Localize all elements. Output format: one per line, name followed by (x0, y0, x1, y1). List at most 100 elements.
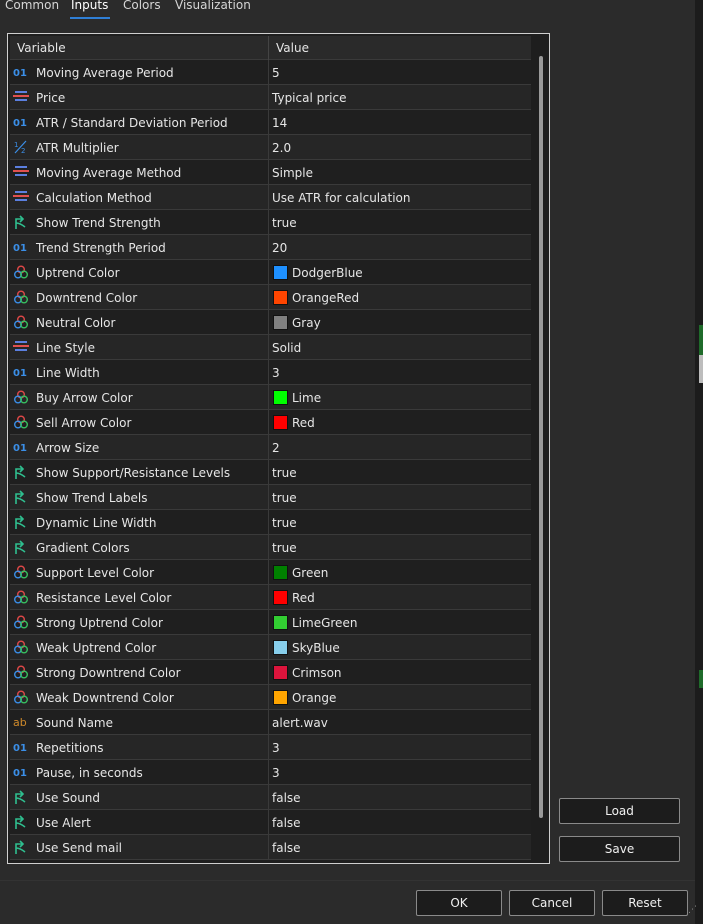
variable-value[interactable]: false (272, 791, 301, 805)
variable-value[interactable]: Typical price (272, 91, 346, 105)
scrollbar-thumb[interactable] (539, 56, 543, 818)
table-row[interactable]: Strong Uptrend Color LimeGreen (10, 610, 531, 635)
variable-value[interactable]: true (272, 216, 297, 230)
variable-value[interactable]: 3 (272, 766, 280, 780)
cancel-button[interactable]: Cancel (509, 890, 595, 916)
variable-value[interactable]: SkyBlue (292, 641, 340, 655)
load-button[interactable]: Load (559, 798, 680, 824)
table-row[interactable]: Strong Downtrend Color Crimson (10, 660, 531, 685)
variable-value[interactable]: false (272, 841, 301, 855)
table-row[interactable]: Downtrend Color OrangeRed (10, 285, 531, 310)
table-row[interactable]: Weak Downtrend Color Orange (10, 685, 531, 710)
ok-button[interactable]: OK (416, 890, 502, 916)
cell-separator (268, 110, 269, 134)
variable-name: Use Sound (36, 791, 101, 805)
variable-value[interactable]: Red (292, 591, 315, 605)
variable-value[interactable]: Green (292, 566, 328, 580)
column-separator[interactable] (268, 36, 269, 60)
tab-colors[interactable]: Colors (123, 0, 161, 12)
table-row[interactable]: Use Sound false (10, 785, 531, 810)
column-header-variable[interactable]: Variable (17, 41, 66, 55)
table-row[interactable]: Use Alert false (10, 810, 531, 835)
color-icon (13, 615, 29, 629)
variable-value[interactable]: 14 (272, 116, 287, 130)
color-swatch[interactable] (273, 615, 288, 630)
variable-value[interactable]: Solid (272, 341, 301, 355)
table-row[interactable]: 01 Trend Strength Period 20 (10, 235, 531, 260)
table-row[interactable]: Resistance Level Color Red (10, 585, 531, 610)
variable-value[interactable]: Use ATR for calculation (272, 191, 410, 205)
table-row[interactable]: 1 2 ATR Multiplier 2.0 (10, 135, 531, 160)
variable-value[interactable]: 20 (272, 241, 287, 255)
variable-name: Support Level Color (36, 566, 155, 580)
variable-value[interactable]: false (272, 816, 301, 830)
variable-value[interactable]: true (272, 516, 297, 530)
color-swatch[interactable] (273, 265, 288, 280)
variable-value[interactable]: Orange (292, 691, 336, 705)
save-button[interactable]: Save (559, 836, 680, 862)
table-row[interactable]: Show Trend Strength true (10, 210, 531, 235)
variable-value[interactable]: alert.wav (272, 716, 328, 730)
cell-separator (268, 285, 269, 309)
table-row[interactable]: 01 Arrow Size 2 (10, 435, 531, 460)
table-row[interactable]: Support Level Color Green (10, 560, 531, 585)
table-row[interactable]: Line Style Solid (10, 335, 531, 360)
variable-name: Sell Arrow Color (36, 416, 132, 430)
table-row[interactable]: 01 ATR / Standard Deviation Period 14 (10, 110, 531, 135)
table-row[interactable]: 01 Moving Average Period 5 (10, 60, 531, 85)
table-row[interactable]: Use Send mail false (10, 835, 531, 860)
resize-grip-icon[interactable]: ⋰ (688, 906, 700, 920)
table-row[interactable]: Sell Arrow Color Red (10, 410, 531, 435)
tab-visualization[interactable]: Visualization (175, 0, 251, 12)
table-row[interactable]: Weak Uptrend Color SkyBlue (10, 635, 531, 660)
table-row[interactable]: Moving Average Method Simple (10, 160, 531, 185)
variable-value[interactable]: LimeGreen (292, 616, 357, 630)
vertical-scrollbar[interactable] (535, 36, 547, 861)
variable-value[interactable]: OrangeRed (292, 291, 359, 305)
variable-value[interactable]: 5 (272, 66, 280, 80)
variable-value[interactable]: Simple (272, 166, 313, 180)
table-row[interactable]: Calculation Method Use ATR for calculatio… (10, 185, 531, 210)
table-row[interactable]: 01 Pause, in seconds 3 (10, 760, 531, 785)
color-swatch[interactable] (273, 565, 288, 580)
table-row[interactable]: Show Support/Resistance Levels true (10, 460, 531, 485)
color-swatch[interactable] (273, 315, 288, 330)
variable-value[interactable]: true (272, 491, 297, 505)
tab-inputs[interactable]: Inputs (71, 0, 108, 12)
color-swatch[interactable] (273, 590, 288, 605)
variable-value[interactable]: true (272, 541, 297, 555)
tab-common[interactable]: Common (5, 0, 59, 12)
variable-value[interactable]: Crimson (292, 666, 342, 680)
color-swatch[interactable] (273, 290, 288, 305)
variable-value[interactable]: true (272, 466, 297, 480)
variable-value[interactable]: 2 (272, 441, 280, 455)
column-header-value[interactable]: Value (276, 41, 309, 55)
table-row[interactable]: Price Typical price (10, 85, 531, 110)
color-swatch[interactable] (273, 665, 288, 680)
color-swatch[interactable] (273, 415, 288, 430)
cell-separator (268, 235, 269, 259)
table-row[interactable]: Dynamic Line Width true (10, 510, 531, 535)
table-row[interactable]: ab Sound Name alert.wav (10, 710, 531, 735)
color-swatch[interactable] (273, 640, 288, 655)
table-row[interactable]: 01 Line Width 3 (10, 360, 531, 385)
cell-separator (268, 735, 269, 759)
color-swatch[interactable] (273, 690, 288, 705)
variable-value[interactable]: Red (292, 416, 315, 430)
table-row[interactable]: Show Trend Labels true (10, 485, 531, 510)
table-row[interactable]: Uptrend Color DodgerBlue (10, 260, 531, 285)
variable-value[interactable]: 3 (272, 366, 280, 380)
table-row[interactable]: Neutral Color Gray (10, 310, 531, 335)
variable-value[interactable]: 3 (272, 741, 280, 755)
variable-value[interactable]: 2.0 (272, 141, 291, 155)
cell-separator (268, 85, 269, 109)
table-row[interactable]: 01 Repetitions 3 (10, 735, 531, 760)
variable-value[interactable]: DodgerBlue (292, 266, 363, 280)
variable-value[interactable]: Gray (292, 316, 321, 330)
table-row[interactable]: Gradient Colors true (10, 535, 531, 560)
reset-button[interactable]: Reset (602, 890, 688, 916)
cell-separator (268, 610, 269, 634)
table-row[interactable]: Buy Arrow Color Lime (10, 385, 531, 410)
color-swatch[interactable] (273, 390, 288, 405)
variable-value[interactable]: Lime (292, 391, 321, 405)
